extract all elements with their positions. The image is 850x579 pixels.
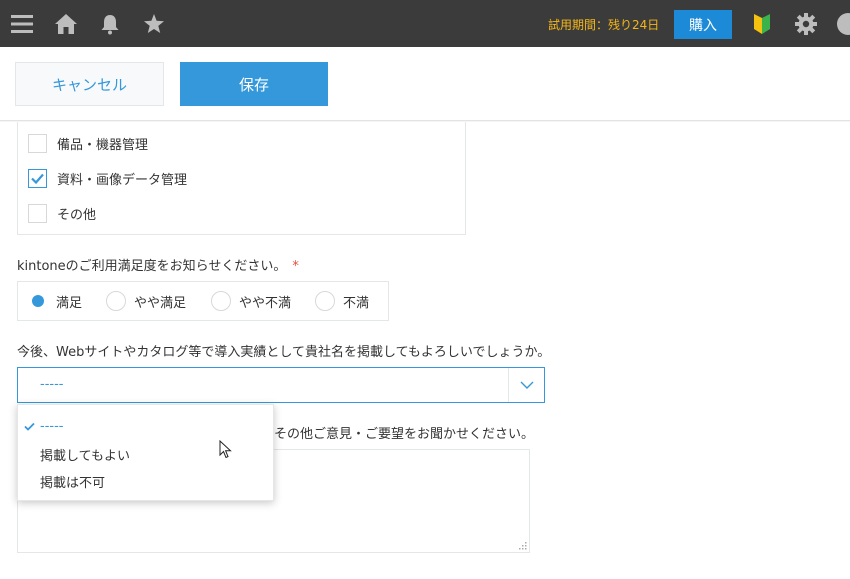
save-button[interactable]: 保存 xyxy=(180,62,328,106)
chevron-down-icon[interactable] xyxy=(508,368,544,402)
satisfaction-field-label: kintoneのご利用満足度をお知らせください。 * xyxy=(17,255,299,274)
radio-label: 満足 xyxy=(56,295,83,311)
radio-button[interactable] xyxy=(106,291,126,311)
radio-option[interactable]: やや満足 xyxy=(106,291,186,311)
gear-icon[interactable] xyxy=(794,12,818,36)
record-action-bar: キャンセル 保存 xyxy=(0,47,850,121)
record-edit-form: 備品・機器管理 資料・画像データ管理 その他 kintoneのご利用満足度をお知… xyxy=(0,122,850,579)
mouse-pointer-icon xyxy=(219,440,232,459)
checkbox-label: 備品・機器管理 xyxy=(57,138,149,153)
checkbox[interactable] xyxy=(28,204,47,223)
cancel-button[interactable]: キャンセル xyxy=(15,62,164,106)
trial-period-text: 試用期間：残り24日 xyxy=(548,18,660,32)
radio-label: やや不満 xyxy=(239,295,292,311)
help-icon[interactable] xyxy=(836,12,850,36)
dropdown-option-label: 掲載してもよい xyxy=(40,448,130,464)
satisfaction-radio-group: 満足 やや満足 やや不満 不満 xyxy=(17,281,389,321)
dropdown-option-label: ----- xyxy=(40,418,64,434)
checkbox-checked[interactable] xyxy=(28,169,47,188)
resize-handle-icon[interactable] xyxy=(519,542,527,550)
menu-icon[interactable] xyxy=(10,12,34,36)
top-navigation-bar: 試用期間：残り24日 購入 xyxy=(0,0,850,47)
checkbox-option[interactable]: 資料・画像データ管理 xyxy=(28,169,187,188)
checkbox-option[interactable]: 備品・機器管理 xyxy=(28,134,148,153)
opinion-field-label: その他ご意見・ご要望をお聞かせください。 xyxy=(274,427,535,442)
radio-option[interactable]: 不満 xyxy=(315,291,369,311)
star-icon[interactable] xyxy=(142,12,166,36)
checkbox-label: 資料・画像データ管理 xyxy=(57,173,188,188)
checkbox-option[interactable]: その他 xyxy=(28,204,96,223)
dropdown-option[interactable]: 掲載してもよい xyxy=(18,441,275,467)
radio-option[interactable]: やや不満 xyxy=(211,291,291,311)
satisfaction-label-text: kintoneのご利用満足度をお知らせください。 xyxy=(17,259,287,274)
dropdown-value: ----- xyxy=(40,377,64,392)
home-icon[interactable] xyxy=(54,12,78,36)
checkmark-icon xyxy=(31,173,44,184)
dropdown-option-label: 掲載は不可 xyxy=(40,475,106,491)
publish-field-label: 今後、Webサイトやカタログ等で導入実績として貴社名を掲載してもよろしいでしょう… xyxy=(17,345,551,360)
checkbox-group: 備品・機器管理 資料・画像データ管理 その他 xyxy=(17,122,466,235)
dropdown-option-selected[interactable]: ----- xyxy=(18,413,275,439)
checkbox[interactable] xyxy=(28,134,47,153)
beginner-mark-icon[interactable] xyxy=(750,12,774,36)
radio-label: やや満足 xyxy=(134,295,187,311)
dropdown-menu: ----- 掲載してもよい 掲載は不可 xyxy=(17,404,274,501)
radio-button[interactable] xyxy=(211,291,231,311)
buy-button[interactable]: 購入 xyxy=(674,10,732,39)
dropdown-option[interactable]: 掲載は不可 xyxy=(18,468,275,494)
required-mark: * xyxy=(292,259,299,274)
radio-button-selected[interactable] xyxy=(28,291,48,311)
checkmark-icon xyxy=(18,422,40,431)
bell-icon[interactable] xyxy=(98,12,122,36)
checkbox-label: その他 xyxy=(57,208,97,223)
radio-option[interactable]: 満足 xyxy=(28,291,82,311)
publish-dropdown[interactable]: ----- xyxy=(17,367,545,403)
radio-label: 不満 xyxy=(343,295,370,311)
radio-button[interactable] xyxy=(315,291,335,311)
